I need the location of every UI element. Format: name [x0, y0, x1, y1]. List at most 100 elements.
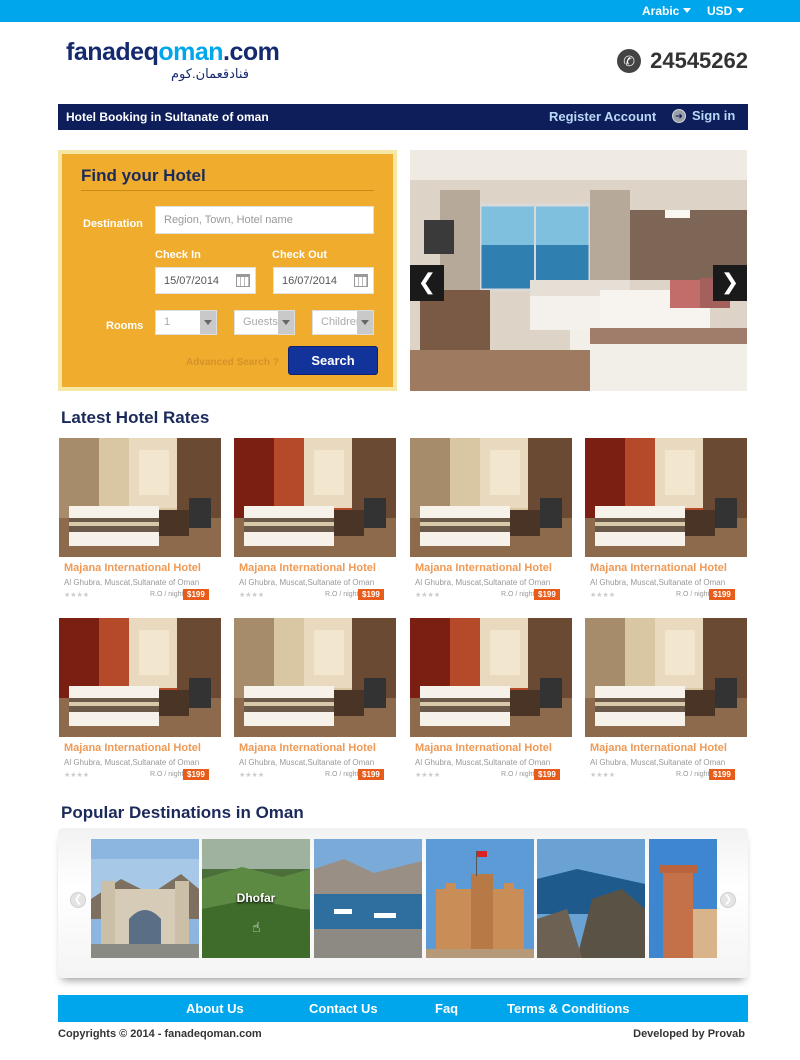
hotel-name[interactable]: Majana International Hotel: [64, 562, 201, 574]
hotel-photo[interactable]: [234, 438, 396, 557]
children-select[interactable]: Children: [312, 310, 374, 335]
hero-next-button[interactable]: ❯: [713, 265, 747, 301]
price-unit: R.O / night: [150, 591, 184, 598]
muscat-gate-photo: [91, 839, 199, 958]
carousel-prev-button[interactable]: ❮: [70, 892, 86, 908]
hotel-room-photo: [410, 150, 747, 391]
destination-tile-dhofar[interactable]: Dhofar ☝: [202, 839, 310, 958]
harbor-photo: [314, 839, 422, 958]
sign-in-link[interactable]: ➜ Sign in: [672, 108, 735, 123]
mountain-coast-photo: [537, 839, 645, 958]
guests-select[interactable]: Guests: [234, 310, 295, 335]
fort-photo: [426, 839, 534, 958]
chevron-down-icon: [200, 311, 216, 334]
hotel-card[interactable]: Majana International Hotel Al Ghubra, Mus…: [234, 618, 396, 788]
star-rating: ★★★★: [64, 772, 90, 779]
hotel-photo[interactable]: [585, 618, 747, 737]
hotel-location: Al Ghubra, Muscat,Sultanate of Oman: [415, 578, 551, 587]
hotel-name[interactable]: Majana International Hotel: [590, 742, 727, 754]
check-in-value: 15/07/2014: [164, 274, 220, 287]
search-button[interactable]: Search: [288, 346, 378, 375]
developer-credit: Developed by Provab: [633, 1028, 745, 1040]
logo-text-part3: .com: [223, 38, 280, 66]
hotel-photo[interactable]: [59, 438, 221, 557]
hotel-photo[interactable]: [410, 438, 572, 557]
logo-text: fanadeqoman.com: [66, 38, 280, 66]
site-logo[interactable]: fanadeqoman.com فنادقعمان.كوم: [66, 38, 280, 81]
hotel-room-photo: [585, 618, 747, 737]
price-badge: $199: [709, 589, 735, 600]
hotel-name[interactable]: Majana International Hotel: [590, 562, 727, 574]
hotel-photo[interactable]: [59, 618, 221, 737]
destinations-carousel: ❮ ❯ Dhofar ☝: [58, 828, 748, 978]
hotel-photo[interactable]: [410, 618, 572, 737]
phone-contact: ✆ 24545262: [617, 48, 748, 74]
destination-tile[interactable]: [426, 839, 534, 958]
star-rating: ★★★★: [590, 772, 616, 779]
destination-input[interactable]: Region, Town, Hotel name: [155, 206, 374, 234]
hotel-name[interactable]: Majana International Hotel: [415, 562, 552, 574]
language-value: Arabic: [642, 4, 680, 18]
hotel-room-photo: [585, 438, 747, 557]
chevron-down-icon: [357, 311, 373, 334]
hero-slider: ❮ ❯: [410, 150, 747, 391]
price-badge: $199: [534, 769, 560, 780]
footer-faq-link[interactable]: Faq: [435, 1001, 458, 1016]
calendar-icon[interactable]: [354, 274, 368, 287]
destination-tile[interactable]: [314, 839, 422, 958]
hotel-location: Al Ghubra, Muscat,Sultanate of Oman: [239, 578, 375, 587]
price-badge: $199: [183, 589, 209, 600]
calendar-icon[interactable]: [236, 274, 250, 287]
hotel-card[interactable]: Majana International Hotel Al Ghubra, Mus…: [585, 618, 747, 788]
rooms-label: Rooms: [106, 320, 144, 332]
rooms-select[interactable]: 1: [155, 310, 217, 335]
destination-tile[interactable]: [649, 839, 717, 958]
hotel-card[interactable]: Majana International Hotel Al Ghubra, Mus…: [59, 618, 221, 788]
check-in-input[interactable]: 15/07/2014: [155, 267, 256, 294]
hotel-location: Al Ghubra, Muscat,Sultanate of Oman: [590, 758, 726, 767]
hero-prev-button[interactable]: ❮: [410, 265, 444, 301]
destination-tile[interactable]: [537, 839, 645, 958]
price-unit: R.O / night: [676, 591, 710, 598]
hotel-photo[interactable]: [234, 618, 396, 737]
register-account-link[interactable]: Register Account: [549, 109, 656, 124]
phone-icon: ✆: [617, 49, 642, 73]
hotel-card[interactable]: Majana International Hotel Al Ghubra, Mus…: [585, 438, 747, 608]
top-bar: Arabic USD: [0, 0, 800, 22]
hotel-card[interactable]: Majana International Hotel Al Ghubra, Mus…: [410, 618, 572, 788]
hotel-room-photo: [234, 618, 396, 737]
hotel-name[interactable]: Majana International Hotel: [239, 742, 376, 754]
hotel-name[interactable]: Majana International Hotel: [64, 742, 201, 754]
footer-terms-link[interactable]: Terms & Conditions: [507, 1001, 630, 1016]
footer-contact-link[interactable]: Contact Us: [309, 1001, 378, 1016]
destination-label: Dhofar: [236, 891, 276, 905]
arrow-right-icon: ➜: [672, 108, 686, 123]
hotel-room-photo: [59, 438, 221, 557]
hotel-room-photo: [410, 438, 572, 557]
currency-select[interactable]: USD: [707, 4, 745, 18]
hotel-photo[interactable]: [585, 438, 747, 557]
logo-text-part1: fanadeq: [66, 38, 159, 66]
carousel-next-button[interactable]: ❯: [720, 892, 736, 908]
hotel-name[interactable]: Majana International Hotel: [415, 742, 552, 754]
hand-pointer-icon: ☝: [252, 919, 261, 935]
hotel-name[interactable]: Majana International Hotel: [239, 562, 376, 574]
advanced-search-link[interactable]: Advanced Search ?: [186, 357, 279, 368]
price-badge: $199: [358, 769, 384, 780]
destination-tile[interactable]: [91, 839, 199, 958]
price-unit: R.O / night: [325, 591, 359, 598]
divider: [81, 190, 374, 191]
check-out-input[interactable]: 16/07/2014: [273, 267, 374, 294]
destination-label: Destination: [83, 218, 143, 230]
guests-value: Guests: [243, 316, 278, 328]
hotel-card[interactable]: Majana International Hotel Al Ghubra, Mus…: [59, 438, 221, 608]
star-rating: ★★★★: [415, 592, 441, 599]
language-select[interactable]: Arabic: [642, 4, 692, 18]
hotel-card[interactable]: Majana International Hotel Al Ghubra, Mus…: [234, 438, 396, 608]
logo-arabic-text: فنادقعمان.كوم: [171, 66, 249, 81]
footer-about-link[interactable]: About Us: [186, 1001, 244, 1016]
hotel-location: Al Ghubra, Muscat,Sultanate of Oman: [64, 758, 200, 767]
hotel-card[interactable]: Majana International Hotel Al Ghubra, Mus…: [410, 438, 572, 608]
chevron-down-icon: [683, 8, 692, 13]
price-badge: $199: [183, 769, 209, 780]
